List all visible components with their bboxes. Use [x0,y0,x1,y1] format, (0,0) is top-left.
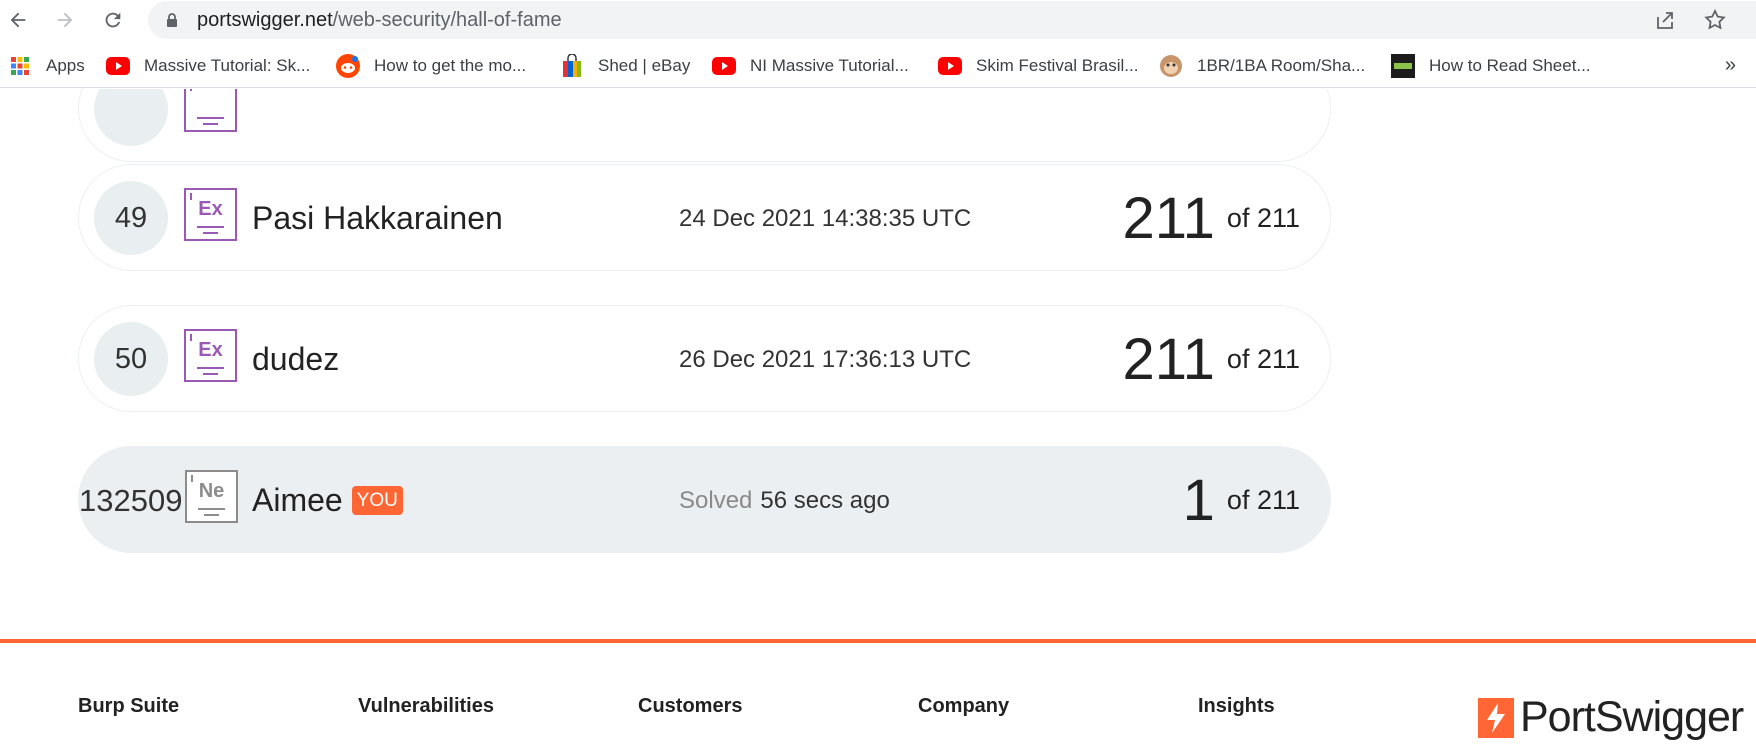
score-solved: 1 [1182,468,1215,533]
bookmark-youtube-1[interactable]: Massive Tutorial: Sk... [106,52,310,80]
rank-number: 49 [94,181,168,255]
bookmark-label: 1BR/1BA Room/Sha... [1197,56,1366,75]
expert-badge-icon [184,89,237,132]
bookmark-label: Shed | eBay [598,56,691,75]
score-total: of 211 [1226,344,1300,374]
solved-label: Solved [679,486,753,514]
score-total: of 211 [1226,485,1300,515]
share-button[interactable] [1653,8,1677,32]
lock-icon [167,13,177,27]
bookmark-label: Skim Festival Brasil... [976,56,1139,75]
solved-time-value: 56 secs ago [760,486,890,514]
novice-badge-icon: Ne [185,470,238,523]
hall-of-fame-page: 49 Ex Pasi Hakkarainen 24 Dec 2021 14:38… [0,89,1756,745]
bookmarks-bar: Apps Massive Tutorial: Sk... How to get … [0,44,1756,88]
badge-level: Ne [198,480,225,502]
back-button[interactable] [2,4,34,36]
rank-circle [94,89,168,146]
star-icon [1704,8,1726,30]
bookmark-label: How to get the mo... [374,56,527,75]
footer-heading-company[interactable]: Company [918,695,1009,718]
score-solved: 211 [1122,327,1215,392]
expert-badge-icon: Ex [184,329,237,382]
bookmark-label: Massive Tutorial: Sk... [144,56,311,75]
bookmark-ebay[interactable]: Shed | eBay [560,52,690,80]
score-solved: 211 [1122,186,1215,251]
shopping-bag-icon [560,54,584,78]
table-row: 49 Ex Pasi Hakkarainen 24 Dec 2021 14:38… [78,164,1331,271]
footer-heading-burp-suite[interactable]: Burp Suite [78,695,179,718]
score: 211 of 211 [1122,165,1300,272]
bookmark-sheet[interactable]: How to Read Sheet... [1391,52,1591,80]
bookmark-apps[interactable]: Apps [8,52,85,80]
you-badge: YOU [351,486,403,515]
badge-level: Ex [198,198,223,220]
table-row-partial [78,89,1331,162]
youtube-icon [712,54,736,78]
footer-divider [0,639,1756,643]
monkey-icon [1159,54,1183,78]
user-name: dudez [252,341,340,377]
completion-date: 24 Dec 2021 14:38:35 UTC [679,204,972,232]
address-bar[interactable]: portswigger.net/web-security/hall-of-fam… [148,1,1756,39]
current-user-row: 132509 Ne Aimee YOU Solved 56 secs ago 1… [78,446,1331,553]
now-icon [1391,54,1415,78]
browser-toolbar: portswigger.net/web-security/hall-of-fam… [0,0,1756,40]
footer-heading-vulnerabilities[interactable]: Vulnerabilities [358,695,494,718]
score: 1 of 211 [1183,447,1300,554]
reload-icon [105,12,121,28]
score-total: of 211 [1226,203,1300,233]
user-name: Aimee YOU [252,447,403,554]
reddit-icon [336,54,360,78]
footer-heading-customers[interactable]: Customers [638,695,742,718]
user-name: Pasi Hakkarainen [252,200,503,236]
bookmark-youtube-3[interactable]: Skim Festival Brasil... [938,52,1138,80]
footer-heading-insights[interactable]: Insights [1198,695,1275,718]
bookmark-reddit[interactable]: How to get the mo... [336,52,526,80]
table-row: 50 Ex dudez 26 Dec 2021 17:36:13 UTC 211… [78,305,1331,412]
user-name-text: Aimee [252,482,343,518]
bookmark-label: How to Read Sheet... [1429,56,1591,75]
bookmark-label: NI Massive Tutorial... [750,56,909,75]
brand-name: PortSwigger [1520,693,1744,741]
bookmark-star-button[interactable] [1703,8,1727,32]
completion-date: 26 Dec 2021 17:36:13 UTC [679,345,972,373]
rank-number: 132509 [79,482,183,518]
bookmark-youtube-2[interactable]: NI Massive Tutorial... [712,52,909,80]
portswigger-bolt-icon [1478,697,1514,738]
bookmarks-overflow-button[interactable]: » [1725,54,1736,77]
arrow-right-icon [57,12,73,28]
share-icon [1657,12,1673,29]
expert-badge-icon: Ex [184,188,237,241]
score: 211 of 211 [1122,306,1300,413]
portswigger-logo[interactable]: PortSwigger [1478,693,1744,742]
forward-button[interactable] [49,4,81,36]
rank-number: 50 [94,322,168,396]
url-text: portswigger.net/web-security/hall-of-fam… [197,9,562,31]
arrow-left-icon [10,12,26,28]
reload-button[interactable] [97,4,129,36]
apps-grid-icon [8,54,32,78]
bookmark-label: Apps [46,56,85,75]
bookmark-room[interactable]: 1BR/1BA Room/Sha... [1159,52,1365,80]
youtube-icon [106,54,130,78]
youtube-icon [938,54,962,78]
solved-time: Solved 56 secs ago [679,447,890,554]
badge-level: Ex [198,339,223,361]
